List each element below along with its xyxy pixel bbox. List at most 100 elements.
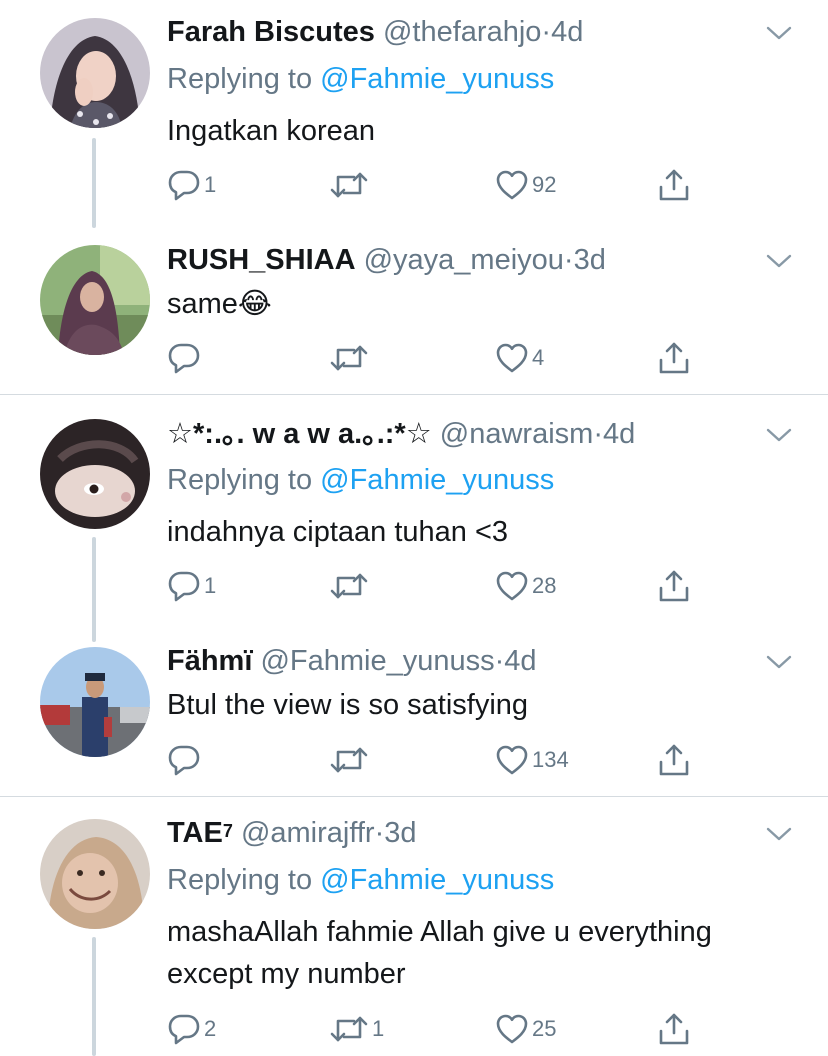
retweet-button[interactable] <box>329 167 372 203</box>
user-handle[interactable]: @amirajffr <box>241 817 375 849</box>
share-button[interactable] <box>657 568 691 604</box>
tweet-text: indahnya ciptaan tuhan <3 <box>167 516 509 548</box>
share-icon <box>657 569 691 603</box>
chevron-down-icon[interactable] <box>766 825 792 843</box>
share-button[interactable] <box>657 742 691 778</box>
retweet-button[interactable] <box>329 340 372 376</box>
share-button[interactable] <box>657 1011 691 1047</box>
retweet-icon <box>329 743 369 777</box>
like-count: 25 <box>532 1016 557 1041</box>
retweet-button[interactable] <box>329 742 372 778</box>
tweet-5[interactable]: TAE7 @amirajffr·3d Replying to @Fahmie_y… <box>0 797 828 1056</box>
avatar[interactable] <box>40 245 150 355</box>
avatar[interactable] <box>40 647 150 757</box>
avatar[interactable] <box>40 419 150 529</box>
reply-button[interactable] <box>167 340 204 376</box>
like-button[interactable]: 4 <box>495 340 544 376</box>
retweet-button[interactable] <box>329 568 372 604</box>
retweet-button[interactable]: 1 <box>329 1011 384 1047</box>
like-button[interactable]: 28 <box>495 568 556 604</box>
reply-button[interactable]: 2 <box>167 1011 216 1047</box>
display-name-superscript: 7 <box>222 821 233 841</box>
replying-to-handle[interactable]: @Fahmie_yunuss <box>320 864 554 896</box>
share-icon <box>657 1012 691 1046</box>
share-button[interactable] <box>657 340 691 376</box>
reply-icon <box>167 341 201 375</box>
tweet-4[interactable]: Fähmï @Fahmie_yunuss·4d Btul the view is… <box>0 627 828 795</box>
timestamp[interactable]: 3d <box>384 817 416 849</box>
share-icon <box>657 168 691 202</box>
like-button[interactable]: 134 <box>495 742 569 778</box>
tweet-text: same😂 <box>167 288 272 320</box>
retweet-count: 1 <box>372 1016 385 1041</box>
chevron-down-icon[interactable] <box>766 426 792 444</box>
like-icon <box>495 168 529 202</box>
tweet-header: ☆*:.｡. w a w a.｡.:*☆ @nawraism·4d <box>167 416 758 452</box>
avatar[interactable] <box>40 18 150 128</box>
chevron-down-icon[interactable] <box>766 24 792 42</box>
user-handle[interactable]: @yaya_meiyou <box>364 244 564 276</box>
separator-dot: · <box>593 418 603 450</box>
reply-button[interactable]: 1 <box>167 568 216 604</box>
like-count: 134 <box>532 747 569 772</box>
reply-icon <box>167 1012 201 1046</box>
user-handle[interactable]: @nawraism <box>440 418 594 450</box>
retweet-icon <box>329 569 369 603</box>
reply-button[interactable]: 1 <box>167 167 216 203</box>
like-icon <box>495 1012 529 1046</box>
tweet-text: mashaAllah fahmie Allah give u everythin… <box>167 916 712 990</box>
like-button[interactable]: 25 <box>495 1011 556 1047</box>
thread-line <box>92 937 96 1056</box>
tweet-text: Btul the view is so satisfying <box>167 689 529 721</box>
separator-dot: · <box>494 645 505 677</box>
retweet-icon <box>329 1012 369 1046</box>
replying-to: Replying to @Fahmie_yunuss <box>167 862 554 898</box>
chevron-down-icon[interactable] <box>766 653 792 671</box>
reply-icon <box>167 569 201 603</box>
tweet-actions: 1 92 <box>167 167 707 203</box>
share-icon <box>657 743 691 777</box>
timestamp[interactable]: 4d <box>603 418 635 450</box>
reply-icon <box>167 743 201 777</box>
like-button[interactable]: 92 <box>495 167 556 203</box>
chevron-down-icon[interactable] <box>766 252 792 270</box>
replying-to-label: Replying to <box>167 464 313 496</box>
replying-to: Replying to @Fahmie_yunuss <box>167 462 554 498</box>
display-name-text: TAE <box>167 817 223 849</box>
like-icon <box>495 569 529 603</box>
tweet-actions: 4 <box>167 340 707 376</box>
display-name[interactable]: TAE7 <box>167 817 233 849</box>
tweet-header: RUSH_SHIAA @yaya_meiyou·3d <box>167 242 758 278</box>
display-name[interactable]: ☆*:.｡. w a w a.｡.:*☆ <box>167 418 432 450</box>
display-name[interactable]: Farah Biscutes <box>167 16 375 48</box>
retweet-icon <box>329 168 369 202</box>
user-handle[interactable]: @Fahmie_yunuss <box>260 645 494 677</box>
tweet-text: Ingatkan korean <box>167 115 375 147</box>
like-count: 92 <box>532 172 557 197</box>
reply-button[interactable] <box>167 742 204 778</box>
tweet-1[interactable]: Farah Biscutes @thefarahjo·4d Replying t… <box>0 0 828 228</box>
retweet-icon <box>329 341 369 375</box>
reply-count: 2 <box>204 1016 217 1041</box>
avatar[interactable] <box>40 819 150 929</box>
display-name[interactable]: RUSH_SHIAA <box>167 244 356 276</box>
tweet-2[interactable]: RUSH_SHIAA @yaya_meiyou·3d same😂 4 <box>0 225 828 393</box>
replying-to: Replying to @Fahmie_yunuss <box>167 61 554 97</box>
display-name[interactable]: Fähmï <box>167 645 252 677</box>
like-icon <box>495 341 529 375</box>
timestamp[interactable]: 3d <box>574 244 606 276</box>
replying-to-handle[interactable]: @Fahmie_yunuss <box>320 464 554 496</box>
user-handle[interactable]: @thefarahjo <box>383 16 541 48</box>
replying-to-handle[interactable]: @Fahmie_yunuss <box>320 63 554 95</box>
tweet-header: TAE7 @amirajffr·3d <box>167 815 758 851</box>
like-count: 4 <box>532 345 545 370</box>
timestamp[interactable]: 4d <box>504 645 536 677</box>
separator-dot: · <box>563 244 574 276</box>
timestamp[interactable]: 4d <box>551 16 583 48</box>
tweet-header: Fähmï @Fahmie_yunuss·4d <box>167 643 758 679</box>
reply-count: 1 <box>204 172 217 197</box>
reply-count: 1 <box>204 573 217 598</box>
tweet-3[interactable]: ☆*:.｡. w a w a.｡.:*☆ @nawraism·4d Replyi… <box>0 395 828 642</box>
replying-to-label: Replying to <box>167 63 313 95</box>
share-button[interactable] <box>657 167 691 203</box>
